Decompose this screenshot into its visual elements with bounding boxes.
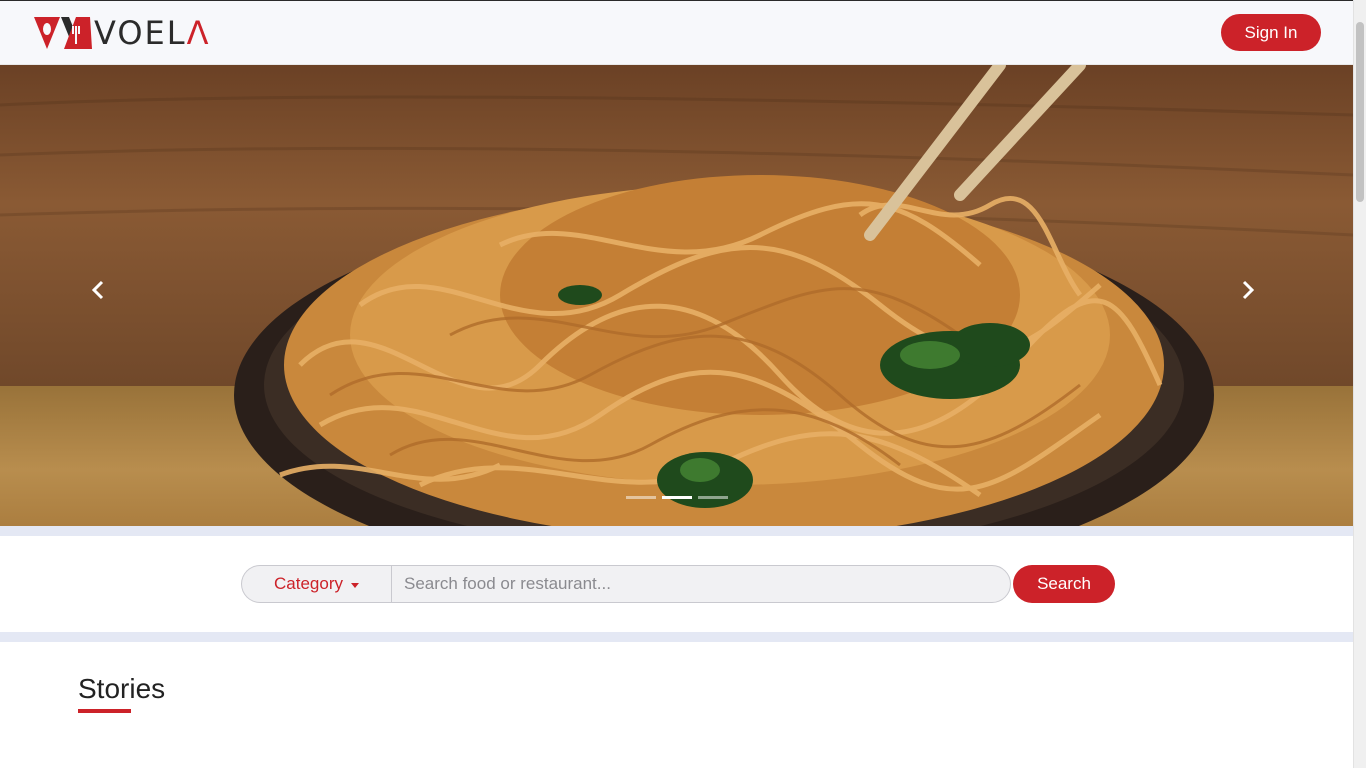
carousel-next-button[interactable] [1228,270,1268,310]
section-divider [0,526,1353,536]
category-label: Category [274,574,343,593]
navbar: VOELΛ Sign In [0,0,1353,65]
stories-section: Stories [78,673,166,713]
brand-name: VOELΛ [94,17,210,49]
brand-name-suffix: Λ [186,13,211,52]
carousel-indicator-2[interactable] [662,496,692,499]
heading-underline [78,708,131,713]
page-scrollbar[interactable] [1353,0,1366,768]
page: VOELΛ Sign In Category Search food or re… [0,0,1366,768]
caret-down-icon [350,582,359,588]
brand-name-middle: OEL [117,13,187,52]
carousel-indicator-1[interactable] [626,496,656,499]
carousel-indicator-3[interactable] [698,496,728,499]
sign-in-button[interactable]: Sign In [1221,14,1321,51]
brand-name-prefix: V [94,13,118,52]
brand-logo[interactable]: VOELΛ [34,16,210,50]
logo-mark-icon [34,16,92,49]
section-divider [0,632,1353,642]
scrollbar-thumb[interactable] [1356,22,1364,202]
chevron-left-icon [91,280,104,300]
carousel-prev-button[interactable] [78,270,118,310]
carousel-indicators [626,496,728,499]
hero-carousel [0,65,1353,526]
category-dropdown[interactable]: Category [241,565,391,603]
search-input[interactable] [391,565,1011,603]
stories-heading: Stories [78,673,166,704]
search-bar: Category Search [241,565,1115,603]
noodle-bowl-image [0,65,1353,526]
chevron-right-icon [1242,280,1255,300]
search-button[interactable]: Search [1013,565,1115,603]
